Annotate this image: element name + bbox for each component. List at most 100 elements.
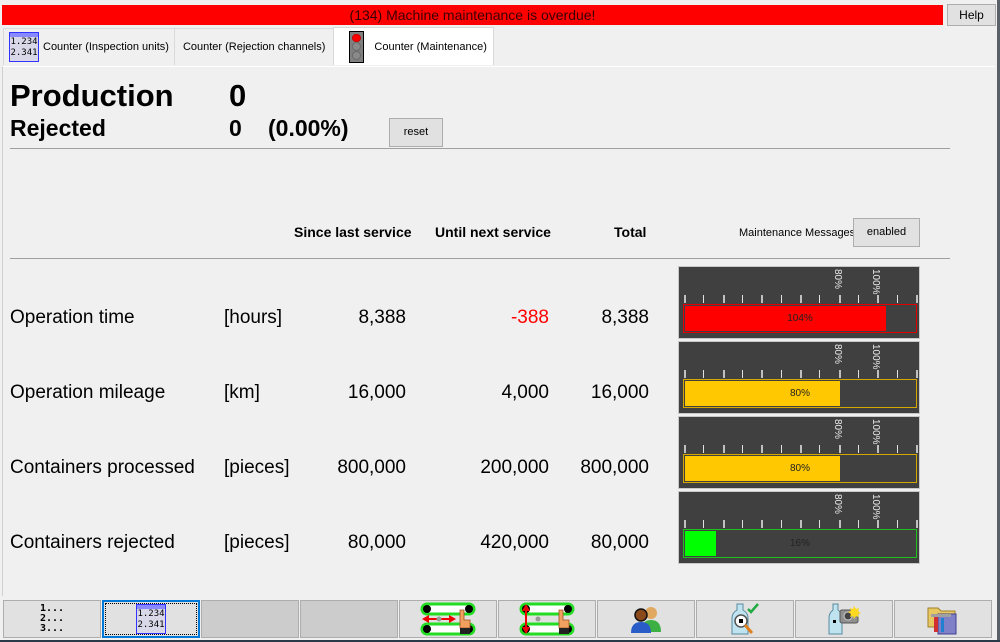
total-value: 8,388: [601, 307, 649, 328]
gauge-tick: [703, 370, 704, 378]
alarm-banner[interactable]: (134) Machine maintenance is overdue!: [2, 5, 943, 25]
gauge-mark-label: 100%: [870, 419, 881, 445]
numbered-list-icon: 1... 2... 3...: [39, 603, 65, 634]
gauge-tick: [916, 295, 918, 303]
gauge-tick: [800, 370, 802, 378]
header-until-next-service: Until next service: [435, 224, 551, 240]
until-next-service-value: 200,000: [480, 457, 549, 478]
row-unit: [km]: [224, 382, 260, 403]
empty-button-2: [300, 600, 398, 638]
gauge-tick: [819, 445, 820, 453]
row-label: Containers processed: [10, 457, 195, 478]
gauge-tick: [877, 445, 879, 453]
production-value: 0: [229, 78, 247, 113]
gauge-tick: [877, 295, 879, 303]
gauge-percent-label: 104%: [787, 313, 813, 324]
tab-maintenance[interactable]: Counter (Maintenance): [333, 27, 494, 65]
gauge-tick: [723, 520, 725, 528]
gauge-tick: [761, 445, 763, 453]
total-value: 80,000: [590, 532, 649, 553]
gauge-tick: [897, 445, 898, 453]
tab-inspection-units[interactable]: 1.234 2.341 Counter (Inspection units): [3, 28, 175, 65]
maintenance-gauge: 80% 100% 80%: [678, 416, 920, 489]
gauge-track: 16%: [683, 529, 917, 558]
gauge-mark-label: 100%: [870, 494, 881, 520]
row-label: Operation mileage: [10, 382, 166, 403]
horizontal-adjust-button[interactable]: [399, 600, 497, 638]
gauge-tick: [684, 295, 686, 303]
gauge-tick: [839, 370, 841, 378]
gauge-tick: [800, 520, 802, 528]
tab-rejection-channels[interactable]: Counter (Rejection channels): [173, 28, 335, 65]
gauge-tick: [916, 445, 918, 453]
gauge-tick: [858, 520, 859, 528]
gauge-tick: [819, 295, 820, 303]
header-since-last-service: Since last service: [294, 224, 412, 240]
gauge-tick: [761, 295, 763, 303]
since-last-service-value: 80,000: [347, 532, 406, 553]
row-label: Containers rejected: [10, 532, 175, 553]
empty-button-1: [201, 600, 299, 638]
maintenance-messages-label: Maintenance Messages: [739, 227, 856, 239]
gauge-tick: [819, 520, 820, 528]
production-label: Production: [10, 78, 174, 113]
tools-folder-icon: [927, 607, 957, 635]
gauge-track: 104%: [683, 304, 917, 333]
gauge-tick: [723, 370, 725, 378]
gauge-tick: [877, 520, 879, 528]
gauge-tick: [916, 520, 918, 528]
gauge-tick: [897, 295, 898, 303]
tab-label: Counter (Rejection channels): [182, 41, 326, 53]
gauge-mark-label: 80%: [832, 269, 843, 290]
gauge-tick: [742, 370, 743, 378]
tab-label: Counter (Inspection units): [43, 41, 169, 53]
divider: [10, 148, 950, 149]
reset-button[interactable]: reset: [389, 118, 443, 147]
help-button[interactable]: Help: [947, 4, 996, 26]
counter-icon: 1.234 2.341: [136, 604, 166, 634]
gauge-tick: [877, 370, 879, 378]
gauge-tick: [897, 370, 898, 378]
gauge-tick: [684, 445, 686, 453]
gauge-tick: [684, 370, 686, 378]
gauge-tick: [819, 370, 820, 378]
gauge-tick: [839, 445, 841, 453]
rejected-value: 0: [229, 115, 242, 141]
bottle-inspect-icon: [731, 603, 759, 635]
counter-button[interactable]: 1.234 2.341: [102, 600, 200, 638]
gauge-tick: [858, 295, 859, 303]
gauge-tick: [742, 295, 743, 303]
gauge-tick: [761, 520, 763, 528]
gauge-tick: [839, 295, 841, 303]
rejected-percent: (0.00%): [268, 115, 349, 141]
gauge-percent-label: 16%: [789, 538, 810, 549]
bottle-inspect-button[interactable]: [696, 600, 794, 638]
gauge-percent-label: 80%: [789, 463, 810, 474]
gauge-tick: [800, 295, 802, 303]
vertical-adjust-button[interactable]: [498, 600, 596, 638]
row-unit: [pieces]: [224, 532, 290, 553]
row-label: Operation time: [10, 307, 135, 328]
gauge-percent-label: 80%: [789, 388, 810, 399]
gauge-mark-label: 100%: [870, 269, 881, 295]
maintenance-gauge: 80% 100% 104%: [678, 266, 920, 339]
bottom-toolbar: 1... 2... 3... 1.234 2.341: [3, 600, 997, 640]
gauge-tick: [897, 520, 898, 528]
gauge-tick: [839, 520, 841, 528]
numbered-list-button[interactable]: 1... 2... 3...: [3, 600, 101, 638]
tools-folder-button[interactable]: [894, 600, 992, 638]
gauge-tick: [781, 445, 782, 453]
gauge-tick: [761, 370, 763, 378]
maintenance-gauge: 80% 100% 80%: [678, 341, 920, 414]
since-last-service-value: 800,000: [337, 457, 406, 478]
users-button[interactable]: [597, 600, 695, 638]
gauge-tick: [858, 370, 859, 378]
bottle-camera-icon: [828, 603, 861, 635]
gauge-tick: [703, 445, 704, 453]
maintenance-messages-toggle[interactable]: enabled: [853, 218, 920, 247]
gauge-track: 80%: [683, 379, 917, 408]
total-value: 16,000: [590, 382, 649, 403]
gauge-tick: [858, 445, 859, 453]
bottle-camera-button[interactable]: [795, 600, 893, 638]
rejected-label: Rejected: [10, 115, 106, 141]
